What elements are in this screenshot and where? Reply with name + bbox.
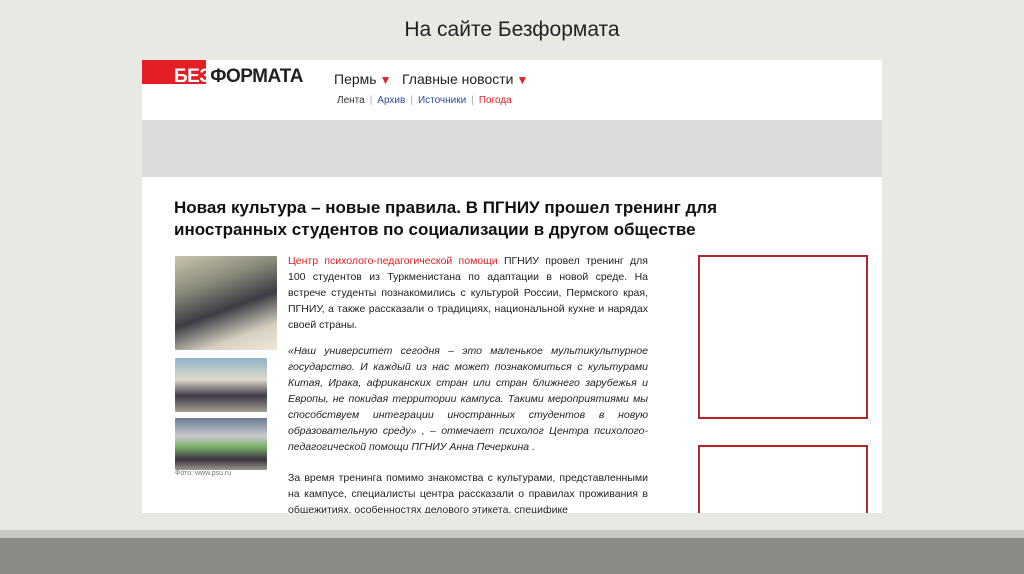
banner-placeholder: [142, 120, 882, 177]
subnav-sources[interactable]: Источники: [418, 95, 466, 106]
site-logo[interactable]: БЕЗФОРМАТА: [174, 66, 303, 88]
article-headline: Новая культура – новые правила. В ПГНИУ …: [174, 198, 718, 239]
article-photo-1[interactable]: [175, 256, 277, 350]
separator: |: [369, 95, 373, 106]
separator: |: [471, 95, 474, 106]
footer-stripe: [0, 530, 1024, 538]
news-menu-label: Главные новости: [402, 71, 514, 87]
article-quote: «Наш университет сегодня – это маленькое…: [288, 345, 648, 453]
center-link[interactable]: Центр психолого-педагогической помощи: [288, 255, 498, 267]
site-header: БЕЗФОРМАТА Пермь ▼ Главные новости ▼ Лента…: [142, 60, 882, 120]
photo-caption: Фото: www.psu.ru: [175, 470, 232, 477]
region-selector[interactable]: Пермь ▼: [334, 71, 391, 87]
logo-prefix: БЕЗ: [174, 66, 211, 87]
article-paragraph-1: Центр психолого-педагогической помощи ПГ…: [288, 253, 648, 333]
website-screenshot: БЕЗФОРМАТА Пермь ▼ Главные новости ▼ Лента…: [142, 60, 882, 513]
subnav-feed[interactable]: Лента: [337, 95, 365, 106]
subnav-weather[interactable]: Погода: [479, 95, 512, 106]
article-paragraph-3: За время тренинга помимо знакомства с ку…: [288, 472, 648, 513]
footer-bar: [0, 538, 1024, 574]
news-menu[interactable]: Главные новости ▼: [402, 71, 528, 87]
ad-placeholder-1[interactable]: [698, 255, 868, 419]
article-photo-2[interactable]: [175, 358, 267, 412]
logo-suffix: ФОРМАТА: [210, 66, 303, 87]
subnav: Лента | Архив | Источники | Погода: [337, 95, 512, 106]
region-label: Пермь: [334, 71, 377, 87]
subnav-archive[interactable]: Архив: [377, 95, 405, 106]
separator: |: [410, 95, 413, 106]
triangle-down-icon: ▼: [379, 73, 392, 87]
slide-title: На сайте Безформата: [404, 18, 620, 41]
article-photo-3[interactable]: [175, 418, 267, 470]
triangle-down-icon: ▼: [516, 73, 529, 87]
ad-placeholder-2[interactable]: [698, 445, 868, 513]
